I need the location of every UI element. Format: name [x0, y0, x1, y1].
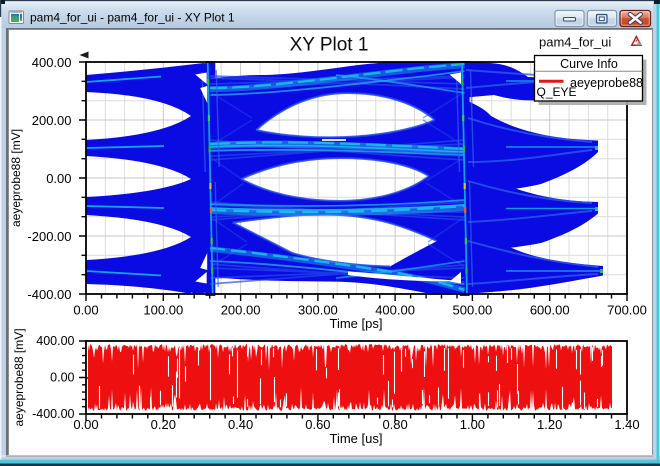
svg-text:Time [ps]: Time [ps] [330, 316, 383, 331]
svg-text:1.00: 1.00 [460, 417, 485, 432]
svg-text:500.00: 500.00 [453, 303, 493, 318]
svg-text:100.00: 100.00 [143, 303, 183, 318]
svg-text:XY Plot 1: XY Plot 1 [290, 35, 369, 56]
svg-text:700.00: 700.00 [607, 303, 647, 318]
svg-text:Time [us]: Time [us] [330, 431, 383, 446]
svg-text:0.00: 0.00 [46, 171, 71, 186]
svg-text:0.60: 0.60 [305, 417, 330, 432]
svg-text:aeyeprobe88: aeyeprobe88 [570, 76, 643, 90]
svg-text:1.40: 1.40 [614, 417, 639, 432]
svg-text:200.00: 200.00 [221, 303, 261, 318]
svg-text:Curve Info: Curve Info [560, 57, 618, 71]
svg-text:200.00: 200.00 [32, 113, 72, 128]
svg-text:0.20: 0.20 [151, 417, 176, 432]
svg-text:aeyeprobe88 [mV]: aeyeprobe88 [mV] [9, 129, 23, 227]
svg-text:0.40: 0.40 [228, 417, 253, 432]
svg-text:0.00: 0.00 [73, 303, 98, 318]
svg-text:pam4_for_ui: pam4_for_ui [539, 35, 611, 50]
svg-text:Q_EYE: Q_EYE [537, 85, 577, 99]
svg-text:400.00: 400.00 [32, 55, 72, 70]
svg-text:0.00: 0.00 [73, 417, 98, 432]
svg-text:0.80: 0.80 [382, 417, 407, 432]
svg-text:600.00: 600.00 [530, 303, 570, 318]
svg-text:pam4_for_ui - pam4_for_ui - XY: pam4_for_ui - pam4_for_ui - XY Plot 1 [30, 11, 235, 25]
svg-text:-200.00: -200.00 [27, 229, 71, 244]
svg-text:400.00: 400.00 [36, 334, 74, 348]
svg-text:0.00: 0.00 [50, 370, 74, 384]
svg-text:1.20: 1.20 [537, 417, 562, 432]
svg-text:-400.00: -400.00 [32, 407, 74, 421]
svg-text:-400.00: -400.00 [27, 287, 71, 302]
svg-text:aeyeprobe88 [mV]: aeyeprobe88 [mV] [12, 328, 26, 426]
